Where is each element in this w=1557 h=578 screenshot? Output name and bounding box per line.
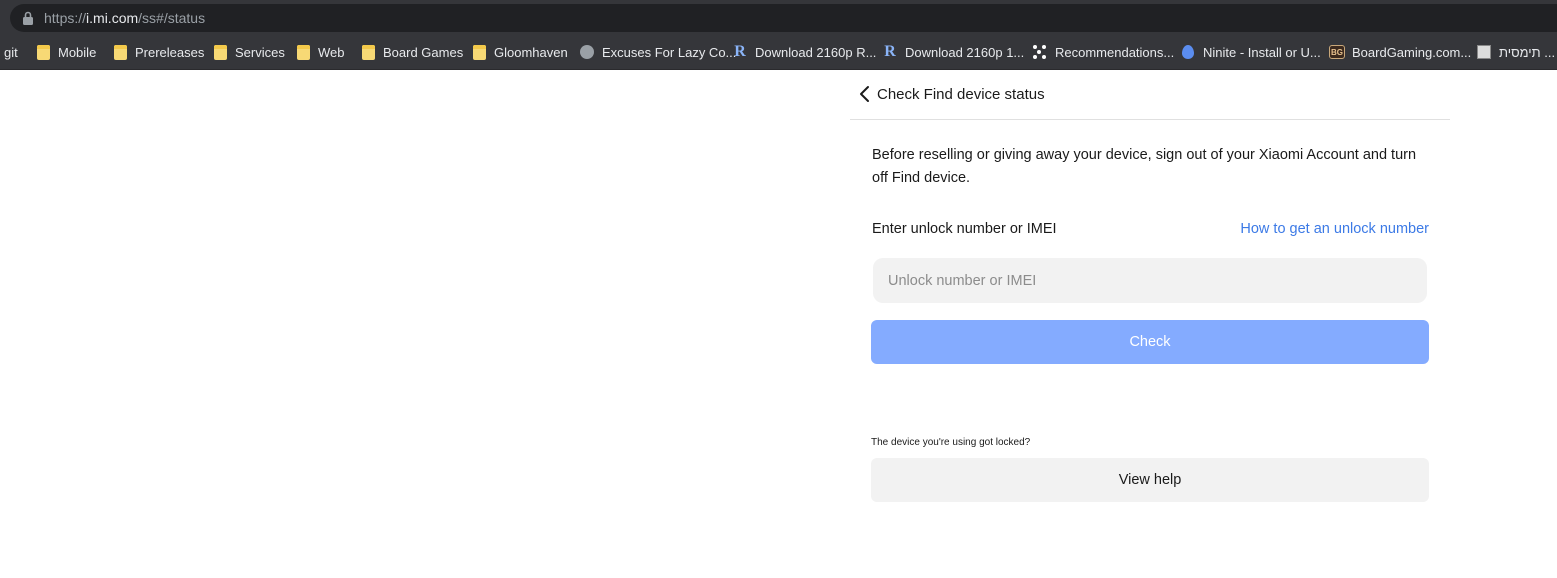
back-button[interactable]: Check Find device status [850,82,1045,106]
bookmark-hebrew[interactable]: תימסית ... [1476,35,1555,69]
r-logo-icon: R [734,43,746,60]
bookmark-label: Download 2160p R... [755,44,877,60]
bookmark-label: Prereleases [135,44,205,60]
bookmark-folder-board-games[interactable]: Board Games [360,35,463,69]
check-button[interactable]: Check [871,320,1429,364]
intro-text: Before reselling or giving away your dev… [872,147,1417,186]
bookmark-folder-prereleases[interactable]: Prereleases [112,35,204,69]
folder-icon [295,44,311,60]
boardgaming-icon: BG [1329,44,1345,60]
r-logo-icon: R [884,43,896,60]
bookmark-download-1[interactable]: R Download 2160p R... [732,35,876,69]
locked-device-note: The device you're using got locked? [871,437,1031,448]
unlock-number-input[interactable] [873,258,1427,303]
bookmark-label: Excuses For Lazy Co... [602,44,737,60]
bookmark-boardgaming[interactable]: BG BoardGaming.com... [1329,35,1471,69]
bookmark-label: Ninite - Install or U... [1203,44,1321,60]
unlock-number-help-link[interactable]: How to get an unlock number [1240,221,1429,237]
bookmark-recommendations[interactable]: Recommendations... [1032,35,1174,69]
bookmark-label: Web [318,44,345,60]
bookmark-label: BoardGaming.com... [1352,44,1472,60]
bookmark-git[interactable]: git [4,35,18,69]
url-text[interactable]: https://i.mi.com/ss#/status [44,10,205,26]
bookmark-label: Download 2160p 1... [905,44,1025,60]
unlock-field-label: Enter unlock number or IMEI [872,221,1057,237]
bookmark-label: Gloomhaven [494,44,568,60]
bookmark-folder-web[interactable]: Web [295,35,345,69]
bookmark-excuses[interactable]: Excuses For Lazy Co... [579,35,736,69]
folder-icon [35,44,51,60]
bookmark-folder-mobile[interactable]: Mobile [35,35,96,69]
image-icon [1476,44,1492,60]
page-title: Check Find device status [877,85,1045,103]
chevron-left-icon [860,86,869,102]
bookmark-label: Board Games [383,44,464,60]
bookmark-label: git [4,44,18,60]
bookmarks-bar: git Mobile Prereleases Services Web Boar… [0,35,1557,70]
folder-icon [112,44,128,60]
bookmark-label: תימסית ... [1499,44,1556,60]
bookmark-label: Mobile [58,44,97,60]
globe-icon [579,44,595,60]
ninite-icon [1180,44,1196,60]
page-header: Check Find device status [850,70,1450,120]
bookmark-folder-services[interactable]: Services [212,35,285,69]
folder-icon [360,44,376,60]
folder-icon [212,44,228,60]
lock-icon [23,11,33,25]
bookmark-label: Recommendations... [1055,44,1175,60]
bookmark-download-2[interactable]: R Download 2160p 1... [882,35,1024,69]
bookmark-label: Services [235,44,285,60]
address-bar[interactable] [10,4,1557,32]
folder-icon [471,44,487,60]
view-help-button[interactable]: View help [871,458,1429,502]
bookmark-ninite[interactable]: Ninite - Install or U... [1180,35,1321,69]
browser-toolbar: https://i.mi.com/ss#/status [0,0,1557,35]
dots-icon [1032,44,1048,60]
bookmark-folder-gloomhaven[interactable]: Gloomhaven [471,35,568,69]
